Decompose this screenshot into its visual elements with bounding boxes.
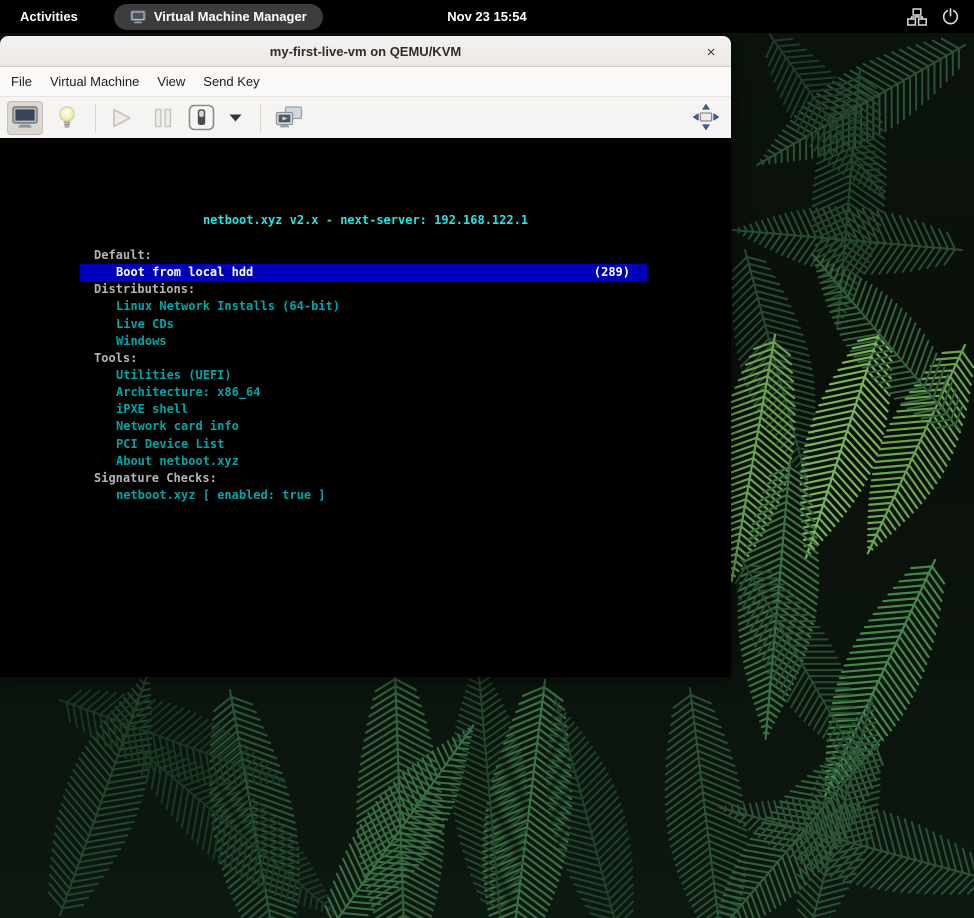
menu-file[interactable]: File	[2, 67, 41, 97]
pause-icon	[153, 108, 173, 128]
details-lightbulb-icon	[58, 105, 76, 130]
desktop: { "topbar": { "activities": "Activities"…	[0, 0, 974, 918]
close-icon[interactable]: ×	[699, 40, 723, 64]
network-icon[interactable]	[905, 5, 929, 29]
netboot-title: netboot.xyz v2.x - next-server: 192.168.…	[0, 213, 731, 227]
selected-row-label: Boot from local hdd	[116, 264, 253, 281]
toolbar-separator	[260, 104, 261, 132]
window-title: my-first-live-vm on QEMU/KVM	[270, 44, 461, 59]
clock[interactable]: Nov 23 15:54	[447, 0, 527, 33]
system-status-area[interactable]	[905, 0, 962, 33]
boot-menu-row: Architecture: x86_64	[0, 384, 731, 401]
boot-menu-row: PCI Device List	[0, 436, 731, 453]
menubar: File Virtual Machine View Send Key	[0, 67, 731, 97]
menu-view[interactable]: View	[148, 67, 194, 97]
vm-toolbar	[0, 97, 731, 138]
vmm-app-icon	[130, 10, 146, 24]
shutdown-menu-caret-icon	[229, 114, 242, 122]
boot-menu-row: Network card info	[0, 418, 731, 435]
boot-menu-row: Utilities (UEFI)	[0, 367, 731, 384]
boot-menu-row: Linux Network Installs (64-bit)	[0, 298, 731, 315]
boot-menu-row: Signature Checks:	[0, 470, 731, 487]
snapshots-button[interactable]	[272, 101, 306, 135]
run-play-icon	[111, 107, 133, 129]
menu-virtual-machine[interactable]: Virtual Machine	[41, 67, 148, 97]
snapshots-monitors-icon	[275, 106, 303, 129]
boot-menu-row: netboot.xyz [ enabled: true ]	[0, 487, 731, 504]
boot-countdown: (289)	[594, 264, 630, 281]
boot-menu-row: Distributions:	[0, 281, 731, 298]
boot-menu-row: iPXE shell	[0, 401, 731, 418]
focused-app-label: Virtual Machine Manager	[154, 9, 307, 24]
boot-menu-selected-row: Boot from local hdd (289)	[80, 264, 647, 281]
gnome-top-bar: Activities Virtual Machine Manager Nov 2…	[0, 0, 974, 33]
boot-menu-row: Tools:	[0, 350, 731, 367]
run-button[interactable]	[106, 101, 138, 135]
menu-send-key[interactable]: Send Key	[194, 67, 268, 97]
console-monitor-icon	[12, 106, 38, 129]
fullscreen-arrows-icon	[692, 103, 720, 131]
boot-menu-row: Windows	[0, 333, 731, 350]
vmm-window: my-first-live-vm on QEMU/KVM × File Virt…	[0, 36, 731, 677]
details-button[interactable]	[53, 101, 81, 135]
vm-console-viewport[interactable]: netboot.xyz v2.x - next-server: 192.168.…	[0, 138, 731, 677]
shutdown-switch-icon	[188, 104, 215, 131]
window-titlebar[interactable]: my-first-live-vm on QEMU/KVM ×	[0, 36, 731, 67]
boot-menu-row: Live CDs	[0, 316, 731, 333]
focused-app-button[interactable]: Virtual Machine Manager	[114, 4, 323, 30]
pause-button[interactable]	[149, 101, 177, 135]
fullscreen-button[interactable]	[689, 100, 723, 134]
boot-menu: Default:Boot from local hdd (289)Distribu…	[0, 247, 731, 504]
toolbar-separator	[95, 104, 96, 132]
activities-button[interactable]: Activities	[20, 9, 78, 24]
console-view-button[interactable]	[7, 101, 43, 135]
shutdown-button[interactable]	[186, 101, 216, 135]
power-icon[interactable]	[938, 5, 962, 29]
boot-menu-row: About netboot.xyz	[0, 453, 731, 470]
boot-menu-row: Default:	[0, 247, 731, 264]
shutdown-menu-button[interactable]	[225, 101, 245, 135]
